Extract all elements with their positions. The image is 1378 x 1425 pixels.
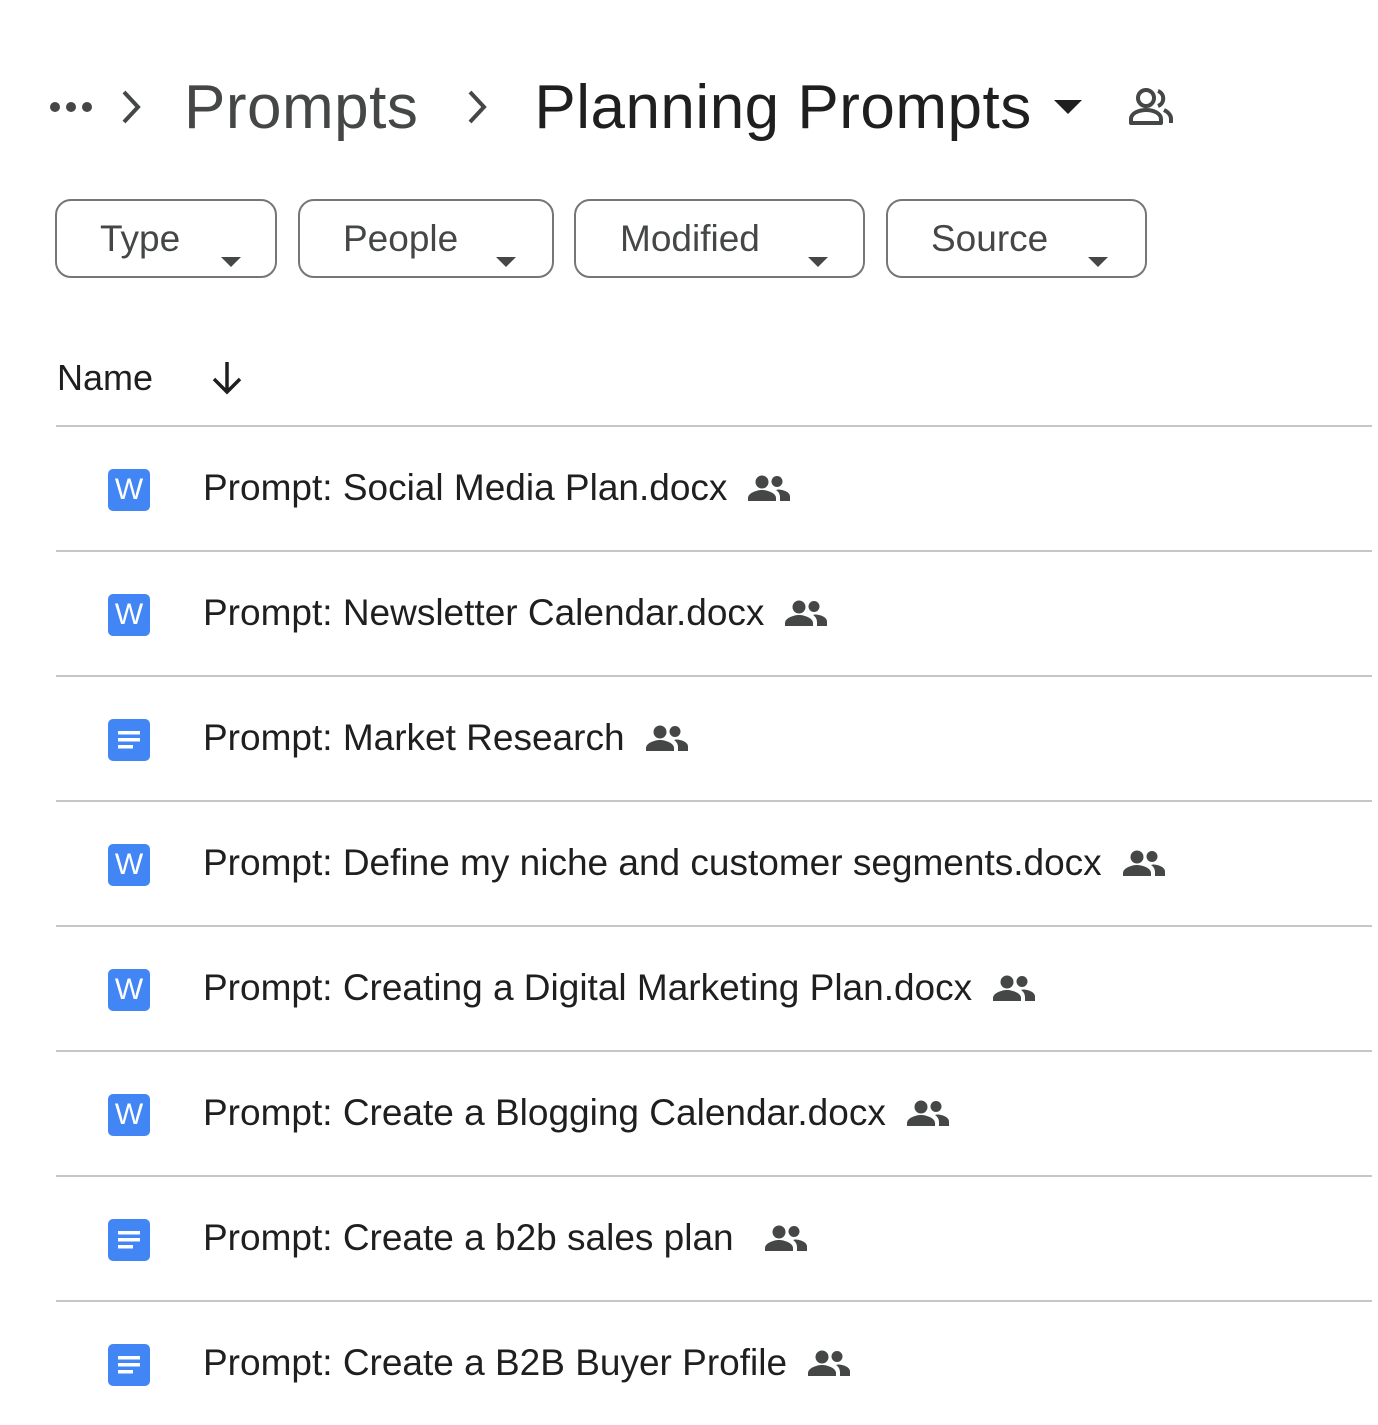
filter-label: Modified (620, 217, 760, 259)
file-name-text: Prompt: Newsletter Calendar.docx (203, 592, 765, 633)
file-row[interactable]: Prompt: Create a B2B Buyer Profile (56, 1302, 1372, 1425)
shared-people-icon (807, 1349, 851, 1377)
shared-people-icon (992, 974, 1036, 1002)
caret-down-icon (496, 235, 516, 277)
google-doc-icon (108, 1219, 150, 1261)
file-list: W Prompt: Social Media Plan.docx W Promp… (56, 427, 1372, 1425)
breadcrumb: Prompts Planning Prompts (46, 62, 1174, 152)
shared-people-icon (747, 474, 791, 502)
file-name-text: Prompt: Create a B2B Buyer Profile (203, 1342, 788, 1383)
filter-source-button[interactable]: Source (886, 199, 1147, 278)
name-column-header[interactable]: Name (57, 357, 153, 399)
word-file-icon: W (108, 1094, 150, 1136)
list-header: Name (57, 350, 243, 406)
file-name: Prompt: Social Media Plan.docx (203, 467, 791, 509)
filter-modified-button[interactable]: Modified (574, 199, 865, 278)
file-name-text: Prompt: Define my niche and customer seg… (203, 842, 1102, 883)
filter-people-button[interactable]: People (298, 199, 554, 278)
word-letter: W (114, 973, 144, 1006)
word-file-icon: W (108, 969, 150, 1011)
word-letter: W (114, 598, 144, 631)
word-letter: W (114, 473, 144, 506)
file-row[interactable]: W Prompt: Define my niche and customer s… (56, 802, 1372, 927)
current-folder-label: Planning Prompts (534, 72, 1032, 142)
word-file-icon: W (108, 469, 150, 511)
filter-label: Type (100, 217, 181, 259)
file-row[interactable]: Prompt: Create a b2b sales plan (56, 1177, 1372, 1302)
caret-down-icon (808, 235, 828, 277)
filter-label: Source (931, 217, 1049, 259)
file-row[interactable]: W Prompt: Creating a Digital Marketing P… (56, 927, 1372, 1052)
word-file-icon: W (108, 594, 150, 636)
file-name: Prompt: Market Research (203, 717, 689, 759)
filter-type-button[interactable]: Type (55, 199, 277, 278)
file-name: Prompt: Creating a Digital Marketing Pla… (203, 967, 1036, 1009)
file-name-text: Prompt: Create a b2b sales plan (203, 1217, 734, 1258)
file-name: Prompt: Newsletter Calendar.docx (203, 592, 828, 634)
word-letter: W (114, 848, 144, 881)
file-name: Prompt: Create a b2b sales plan (203, 1217, 808, 1259)
google-doc-icon (108, 719, 150, 761)
file-row[interactable]: W Prompt: Social Media Plan.docx (56, 427, 1372, 552)
shared-people-icon (906, 1099, 950, 1127)
word-file-icon: W (108, 844, 150, 886)
file-row[interactable]: W Prompt: Newsletter Calendar.docx (56, 552, 1372, 677)
more-horizontal-icon[interactable] (46, 82, 96, 132)
file-name-text: Prompt: Creating a Digital Marketing Pla… (203, 967, 973, 1008)
shared-people-icon (764, 1224, 808, 1252)
file-name: Prompt: Create a B2B Buyer Profile (203, 1342, 851, 1384)
file-name-text: Prompt: Social Media Plan.docx (203, 467, 728, 508)
file-name: Prompt: Create a Blogging Calendar.docx (203, 1092, 950, 1134)
caret-down-icon (221, 235, 241, 277)
caret-down-icon (1053, 99, 1082, 115)
breadcrumb-parent-link[interactable]: Prompts (166, 72, 442, 143)
file-row[interactable]: Prompt: Market Research (56, 677, 1372, 802)
shared-people-icon (784, 599, 828, 627)
chevron-right-icon (96, 89, 166, 125)
file-name-text: Prompt: Market Research (203, 717, 625, 758)
arrow-down-icon[interactable] (211, 360, 243, 396)
shared-folder-people-icon[interactable] (1128, 87, 1174, 127)
filter-label: People (343, 217, 459, 259)
file-name-text: Prompt: Create a Blogging Calendar.docx (203, 1092, 886, 1133)
word-letter: W (114, 1098, 144, 1131)
file-name: Prompt: Define my niche and customer seg… (203, 842, 1166, 884)
google-doc-icon (108, 1344, 150, 1386)
chevron-right-icon (442, 89, 512, 125)
file-row[interactable]: W Prompt: Create a Blogging Calendar.doc… (56, 1052, 1372, 1177)
shared-people-icon (1122, 849, 1166, 877)
caret-down-icon (1088, 235, 1108, 277)
shared-people-icon (645, 724, 689, 752)
breadcrumb-current-folder[interactable]: Planning Prompts (512, 72, 1082, 143)
